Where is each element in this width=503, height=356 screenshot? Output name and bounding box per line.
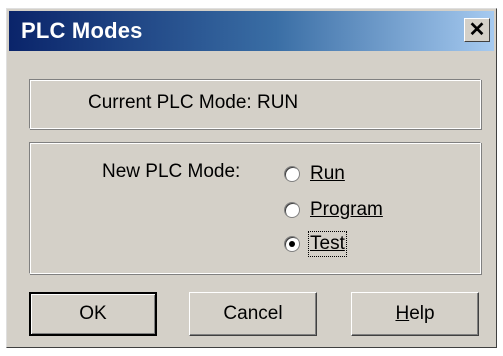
current-mode-panel: Current PLC Mode: RUN bbox=[29, 79, 481, 129]
close-button[interactable]: ✕ bbox=[464, 18, 490, 42]
close-icon: ✕ bbox=[468, 19, 486, 41]
radio-dot-icon bbox=[289, 241, 295, 247]
radio-test[interactable]: Test bbox=[284, 231, 347, 257]
radio-program-label[interactable]: Program bbox=[310, 199, 383, 221]
plc-modes-dialog: PLC Modes ✕ Current PLC Mode: RUN New PL… bbox=[6, 8, 497, 348]
radio-run-label[interactable]: Run bbox=[310, 163, 345, 185]
radio-run[interactable]: Run bbox=[284, 161, 345, 187]
title-bar[interactable]: PLC Modes ✕ bbox=[9, 11, 494, 51]
new-mode-panel: New PLC Mode: Run Program Test bbox=[29, 142, 481, 274]
window-title: PLC Modes bbox=[21, 18, 143, 43]
radio-test-label[interactable]: Test bbox=[308, 231, 347, 257]
new-mode-label: New PLC Mode: bbox=[102, 161, 241, 182]
radio-button-icon[interactable] bbox=[284, 202, 300, 218]
radio-program[interactable]: Program bbox=[284, 197, 383, 223]
cancel-button[interactable]: Cancel bbox=[189, 292, 317, 336]
help-label-rest: elp bbox=[409, 303, 435, 324]
current-mode-text: Current PLC Mode: RUN bbox=[88, 92, 298, 114]
current-mode-value: RUN bbox=[256, 92, 299, 113]
help-mnemonic: H bbox=[395, 303, 410, 324]
help-button[interactable]: Help bbox=[351, 292, 479, 336]
current-mode-label: Current PLC Mode: bbox=[88, 92, 252, 113]
radio-button-icon[interactable] bbox=[284, 166, 300, 182]
ok-button[interactable]: OK bbox=[29, 292, 157, 336]
radio-button-selected-icon[interactable] bbox=[284, 236, 300, 252]
